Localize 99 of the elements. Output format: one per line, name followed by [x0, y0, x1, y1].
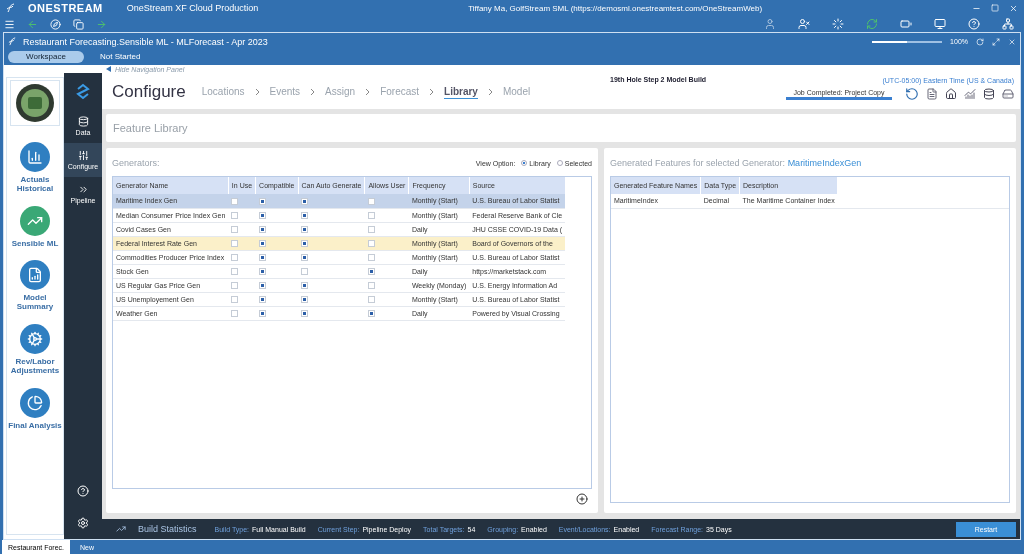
monitor-icon[interactable] — [934, 18, 946, 30]
workspace-title: Restaurant Forecasting.Sensible ML - MLForecast - Apr 2023 — [23, 36, 268, 47]
checkbox[interactable] — [231, 225, 239, 233]
generated-features-title: Generated Features for selected Generator: MaritimeIndexGen — [610, 158, 862, 168]
chevron-icon — [254, 88, 260, 96]
document-icon[interactable] — [926, 88, 938, 100]
help-icon[interactable] — [77, 485, 89, 497]
checkbox[interactable] — [258, 281, 266, 289]
expand-icon[interactable] — [992, 37, 1000, 46]
home-icon[interactable] — [945, 88, 957, 100]
checkbox[interactable] — [301, 295, 308, 303]
checkbox[interactable] — [231, 267, 239, 275]
chevrons-icon — [77, 184, 89, 195]
app-title: OneStream XF Cloud Production — [126, 3, 259, 13]
checkbox[interactable] — [231, 211, 239, 219]
pie-chart-icon[interactable] — [20, 387, 50, 418]
checkbox[interactable] — [367, 211, 375, 219]
workspace-status: Not Started — [100, 52, 141, 61]
chevron-icon — [429, 88, 435, 96]
club-logo — [15, 83, 55, 123]
stats-icon — [116, 524, 126, 534]
checkbox[interactable] — [301, 253, 308, 261]
checkbox[interactable] — [367, 267, 375, 275]
checkbox[interactable] — [231, 253, 239, 261]
database-icon — [77, 116, 89, 127]
reload-icon[interactable] — [976, 37, 984, 46]
menu-icon[interactable] — [4, 18, 15, 30]
back-icon[interactable] — [27, 18, 38, 30]
logo-icon — [6, 3, 16, 13]
trend-icon[interactable] — [20, 205, 50, 236]
checkbox[interactable] — [258, 295, 266, 303]
step-tab[interactable]: Library — [444, 85, 478, 99]
close-icon[interactable] — [1008, 37, 1016, 46]
bar-chart-icon[interactable] — [20, 142, 50, 172]
page-title: Configure — [112, 82, 186, 102]
refresh-icon[interactable] — [866, 18, 878, 30]
checkbox[interactable] — [367, 309, 375, 317]
zoom-slider[interactable] — [872, 40, 943, 43]
chevron-icon — [365, 88, 371, 96]
user-remove-icon[interactable] — [798, 18, 810, 30]
checkbox[interactable] — [301, 281, 308, 289]
collapse-arrow-icon[interactable] — [106, 66, 111, 72]
nav-item-label[interactable]: Final Analysis — [8, 421, 62, 431]
checkbox[interactable] — [301, 197, 308, 205]
compass-icon[interactable] — [50, 18, 61, 30]
checkbox[interactable] — [367, 295, 375, 303]
checkbox[interactable] — [258, 211, 266, 219]
battery-icon[interactable] — [900, 18, 912, 30]
spinner-icon[interactable] — [832, 18, 844, 30]
chevron-icon — [310, 88, 316, 96]
checkbox[interactable] — [258, 197, 266, 205]
checkbox[interactable] — [258, 309, 266, 317]
database-icon[interactable] — [983, 88, 995, 100]
sliders-icon — [77, 150, 89, 161]
report-icon[interactable] — [20, 260, 50, 291]
nav-item-label[interactable]: Sensible ML — [11, 239, 59, 249]
nav-item-label[interactable]: Rev/Labor Adjustments — [8, 358, 62, 376]
checkbox[interactable] — [367, 281, 375, 289]
checkbox[interactable] — [301, 239, 308, 247]
checkbox[interactable] — [367, 225, 375, 233]
build-statistics-title: Build Statistics — [138, 524, 197, 534]
checkbox[interactable] — [258, 225, 266, 233]
workspace-button[interactable]: Workspace — [8, 50, 84, 63]
checkbox[interactable] — [301, 211, 308, 219]
feature-library-title: Feature Library — [106, 114, 1016, 142]
checkbox[interactable] — [231, 309, 239, 317]
nav-item-label[interactable]: Model Summary — [8, 294, 62, 312]
checkbox[interactable] — [231, 197, 239, 205]
checkbox[interactable] — [258, 253, 266, 261]
network-icon[interactable] — [1002, 18, 1014, 30]
checkbox[interactable] — [301, 225, 308, 233]
refresh-icon[interactable] — [905, 87, 919, 101]
checkbox[interactable] — [258, 267, 266, 275]
nav-item-label[interactable]: Actuals Historical — [8, 176, 62, 194]
user-icon[interactable] — [764, 18, 776, 30]
checkbox[interactable] — [367, 197, 375, 205]
logo-icon — [8, 37, 17, 46]
checkbox[interactable] — [301, 267, 308, 275]
checkbox[interactable] — [301, 309, 308, 317]
checkbox[interactable] — [258, 239, 266, 247]
user-info: Tiffany Ma, GolfStream SML (https://demosml.onestreamtest.com/OneStreamWeb) — [468, 3, 763, 13]
copy-icon[interactable] — [73, 18, 84, 30]
checkbox[interactable] — [231, 281, 239, 289]
checkbox[interactable] — [231, 295, 239, 303]
settings-icon[interactable] — [77, 517, 89, 529]
app-logo-icon — [74, 82, 92, 100]
forward-icon[interactable] — [96, 18, 107, 30]
checkbox[interactable] — [367, 253, 375, 261]
help-icon[interactable] — [968, 18, 980, 30]
add-icon[interactable] — [576, 493, 588, 505]
brand-name: ONESTREAM — [28, 2, 103, 14]
close-icon[interactable] — [1009, 3, 1018, 13]
maximize-icon[interactable] — [991, 3, 999, 12]
chart-icon[interactable] — [964, 88, 976, 100]
chevron-icon — [487, 88, 493, 96]
checkbox[interactable] — [367, 239, 375, 247]
checkbox[interactable] — [231, 239, 239, 247]
generators-title: Generators: — [112, 158, 160, 168]
gear-icon[interactable] — [20, 324, 50, 354]
